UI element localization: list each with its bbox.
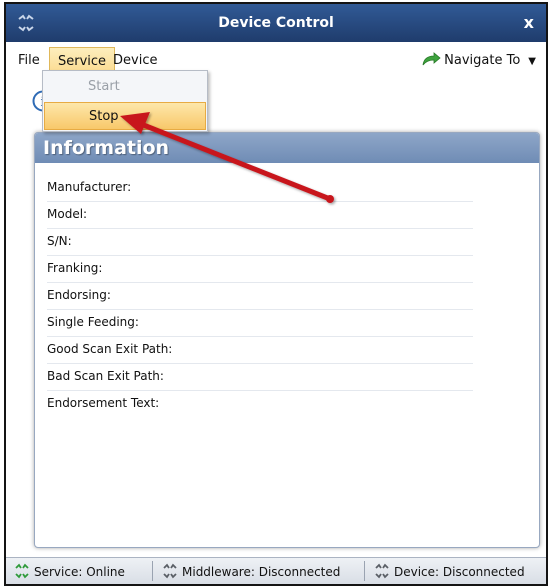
title-bar: Device Control x (6, 4, 546, 42)
device-status-icon (375, 563, 389, 579)
chevron-down-icon[interactable]: ▼ (528, 56, 536, 67)
field-single-feeding: Single Feeding: (47, 310, 473, 337)
close-icon[interactable]: x (524, 13, 534, 32)
field-franking: Franking: (47, 256, 473, 283)
close-button[interactable]: x (524, 13, 534, 32)
service-status-text: Service: Online (34, 565, 125, 579)
info-field-list: Manufacturer: Model: S/N: Franking: Endo… (47, 175, 473, 418)
status-divider (152, 561, 153, 581)
navigate-to-label: Navigate To (444, 53, 521, 68)
menu-device[interactable]: Device (113, 53, 157, 68)
field-endorsing: Endorsing: (47, 283, 473, 310)
device-status-text: Device: Disconnected (394, 565, 525, 579)
information-panel: Information Manufacturer: Model: S/N: Fr… (34, 132, 540, 548)
middleware-status-text: Middleware: Disconnected (182, 565, 341, 579)
status-bar: Service: Online Middleware: Disconnected… (6, 557, 546, 584)
field-bad-scan-exit-path: Bad Scan Exit Path: (47, 364, 473, 391)
field-good-scan-exit-path: Good Scan Exit Path: (47, 337, 473, 364)
menu-file[interactable]: File (18, 53, 40, 68)
menu-item-stop[interactable]: Stop (44, 102, 206, 130)
field-endorsement-text: Endorsement Text: (47, 396, 160, 410)
service-dropdown-menu: Start Stop (42, 70, 208, 132)
field-manufacturer: Manufacturer: (47, 175, 473, 202)
status-service: Service: Online (14, 563, 125, 579)
middleware-status-icon (163, 563, 177, 579)
service-status-icon (15, 563, 29, 579)
status-divider (364, 561, 365, 581)
window-title: Device Control (218, 15, 334, 31)
menu-item-start[interactable]: Start (44, 73, 206, 101)
navigate-to-button[interactable]: Navigate To ▼ (421, 52, 536, 68)
status-device: Device: Disconnected (374, 563, 525, 579)
status-middleware: Middleware: Disconnected (162, 563, 340, 579)
field-serial-number: S/N: (47, 229, 473, 256)
panel-title: Information (35, 133, 539, 163)
navigate-arrow-icon (422, 52, 441, 66)
field-model: Model: (47, 202, 473, 229)
